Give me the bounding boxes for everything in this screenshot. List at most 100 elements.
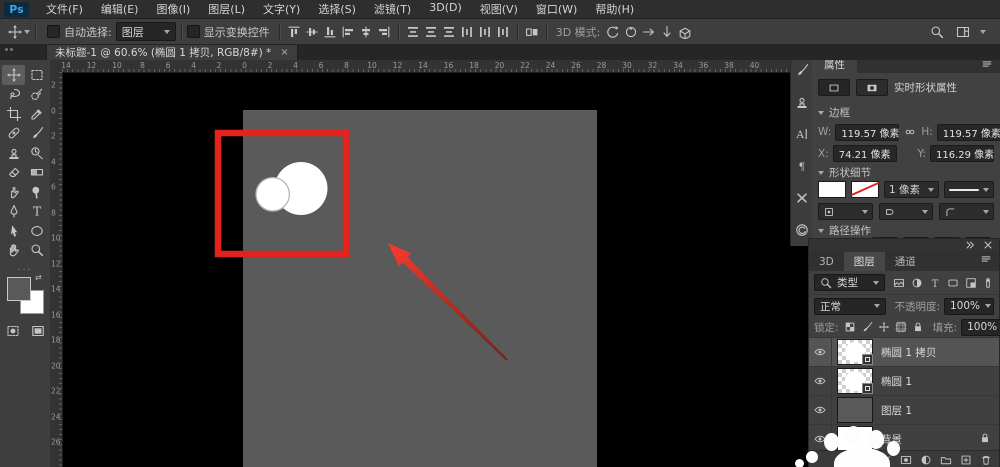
- adjust-filter-icon[interactable]: [909, 274, 924, 292]
- filter-toggle-icon[interactable]: [982, 274, 994, 292]
- zoom-tool[interactable]: [25, 241, 48, 261]
- 3d-drag-icon[interactable]: [640, 23, 658, 41]
- path-ops-section-header[interactable]: 路径操作: [812, 223, 1000, 238]
- blend-mode-dropdown[interactable]: 正常: [814, 298, 886, 315]
- collapse-panels-icon[interactable]: [964, 240, 976, 250]
- width-field[interactable]: 119.57 像素: [835, 124, 899, 141]
- presets-panel-panel-icon[interactable]: [793, 189, 811, 207]
- canvas-viewport[interactable]: [62, 72, 790, 467]
- marquee-tool[interactable]: [25, 65, 48, 85]
- menu-视图[interactable]: 视图(V): [471, 1, 527, 17]
- horizontal-ruler[interactable]: 1412108642024681012141618202224262830323…: [62, 60, 790, 73]
- lasso-tool[interactable]: [2, 85, 25, 105]
- dodge-tool[interactable]: [25, 182, 48, 202]
- lock-lock-transp-icon[interactable]: [843, 318, 857, 336]
- type-tool[interactable]: T: [25, 202, 48, 222]
- quicksel-tool[interactable]: [25, 85, 48, 105]
- menu-3D[interactable]: 3D(D): [420, 1, 471, 17]
- pixel-filter-icon[interactable]: [891, 274, 906, 292]
- align-top-icon[interactable]: [285, 23, 303, 41]
- stroke-color-swatch[interactable]: [851, 181, 879, 198]
- cc-panel-icon[interactable]: [793, 221, 811, 239]
- vertical-ruler[interactable]: 202468101214161820222426: [50, 72, 63, 467]
- pathsel-tool[interactable]: [2, 221, 25, 241]
- menu-窗口[interactable]: 窗口(W): [527, 1, 586, 17]
- menu-选择[interactable]: 选择(S): [309, 1, 365, 17]
- height-field[interactable]: 119.57 像素: [937, 124, 1000, 141]
- gradient-tool[interactable]: [25, 163, 48, 183]
- workspace-icon[interactable]: [954, 23, 972, 41]
- close-panel-icon[interactable]: [982, 240, 994, 250]
- close-tab-icon[interactable]: ×: [280, 47, 288, 58]
- fill-dropdown[interactable]: 100%: [961, 319, 1000, 336]
- visibility-toggle[interactable]: [809, 396, 832, 424]
- corners-dropdown[interactable]: [939, 203, 994, 220]
- tool-preset-caret-icon[interactable]: [24, 30, 30, 34]
- menu-帮助[interactable]: 帮助(H): [586, 1, 643, 17]
- align-left-icon[interactable]: [339, 23, 357, 41]
- panel-menu-icon[interactable]: [977, 250, 995, 268]
- tools-overflow-dots[interactable]: ...: [0, 263, 50, 273]
- ellipse-shape-small[interactable]: [256, 178, 289, 211]
- tab-通道[interactable]: 通道: [885, 252, 926, 271]
- menu-编辑[interactable]: 编辑(E): [92, 1, 148, 17]
- fill-color-swatch[interactable]: [818, 181, 846, 198]
- search-icon[interactable]: [928, 23, 946, 41]
- dist-v-icon[interactable]: [440, 23, 458, 41]
- y-field[interactable]: 116.29 像素: [930, 145, 994, 162]
- menu-图像[interactable]: 图像(I): [147, 1, 199, 17]
- visibility-toggle[interactable]: [809, 367, 832, 395]
- x-field[interactable]: 74.21 像素: [833, 145, 897, 162]
- align-bot-icon[interactable]: [321, 23, 339, 41]
- ellipse-tool[interactable]: [25, 221, 48, 241]
- move-tool[interactable]: [2, 65, 25, 85]
- stroke-style-dropdown[interactable]: [944, 181, 994, 198]
- new-layer-icon[interactable]: [958, 451, 973, 467]
- hand-tool[interactable]: [2, 241, 25, 261]
- stroke-align-dropdown[interactable]: [818, 203, 873, 220]
- type-filter-icon[interactable]: T: [927, 274, 942, 292]
- clone-panel-panel-icon[interactable]: [793, 93, 811, 111]
- layer-thumbnail[interactable]: [837, 397, 873, 423]
- lock-padlock-icon[interactable]: [911, 318, 925, 336]
- screen-mode-icon[interactable]: [29, 322, 47, 340]
- shape-props-icon[interactable]: [818, 79, 850, 96]
- auto-select-checkbox[interactable]: [47, 25, 60, 38]
- stroke-width-dropdown[interactable]: 1 像素: [884, 181, 939, 198]
- crop-tool[interactable]: [2, 104, 25, 124]
- link-dimensions-icon[interactable]: [903, 123, 917, 141]
- layer-row[interactable]: 图层 1: [809, 396, 999, 425]
- 3d-slide-icon[interactable]: [658, 23, 676, 41]
- align-ctr-icon[interactable]: [357, 23, 375, 41]
- smudge-tool[interactable]: [2, 182, 25, 202]
- auto-align-icon[interactable]: [523, 23, 541, 41]
- align-right-icon[interactable]: [375, 23, 393, 41]
- trash-icon[interactable]: [978, 451, 993, 467]
- tab-3D[interactable]: 3D: [809, 252, 844, 271]
- adjustment-icon[interactable]: [918, 451, 933, 467]
- 3d-rotate-icon[interactable]: [604, 23, 622, 41]
- layer-mask-icon[interactable]: [898, 451, 913, 467]
- layer-row[interactable]: 椭圆 1: [809, 367, 999, 396]
- lock-brush-icon[interactable]: [860, 318, 874, 336]
- dist-v-icon[interactable]: [422, 23, 440, 41]
- layer-thumbnail[interactable]: [837, 339, 873, 365]
- show-transform-checkbox[interactable]: [187, 25, 200, 38]
- brush-panel-panel-icon[interactable]: [793, 61, 811, 79]
- swatch-reset-icon[interactable]: ⇄: [35, 273, 42, 282]
- menu-文件[interactable]: 文件(F): [37, 1, 92, 17]
- 3d-roll-icon[interactable]: [622, 23, 640, 41]
- smart-filter-icon[interactable]: [963, 274, 978, 292]
- 3d-scale-icon[interactable]: [676, 23, 694, 41]
- caps-dropdown[interactable]: [879, 203, 934, 220]
- char-panel-panel-icon[interactable]: A: [793, 125, 811, 143]
- document-tab[interactable]: 未标题-1 @ 60.6% (椭圆 1 拷贝, RGB/8#) * ×: [46, 43, 298, 60]
- align-mid-icon[interactable]: [303, 23, 321, 41]
- layer-row[interactable]: 椭圆 1 拷贝: [809, 338, 999, 367]
- brush-tool[interactable]: [25, 124, 48, 144]
- eyedrop-tool[interactable]: [25, 104, 48, 124]
- filter-type-dropdown[interactable]: 类型: [814, 274, 885, 291]
- layer-thumbnail[interactable]: [837, 368, 873, 394]
- move-tool-option-icon[interactable]: [6, 23, 24, 41]
- heal-tool[interactable]: [2, 124, 25, 144]
